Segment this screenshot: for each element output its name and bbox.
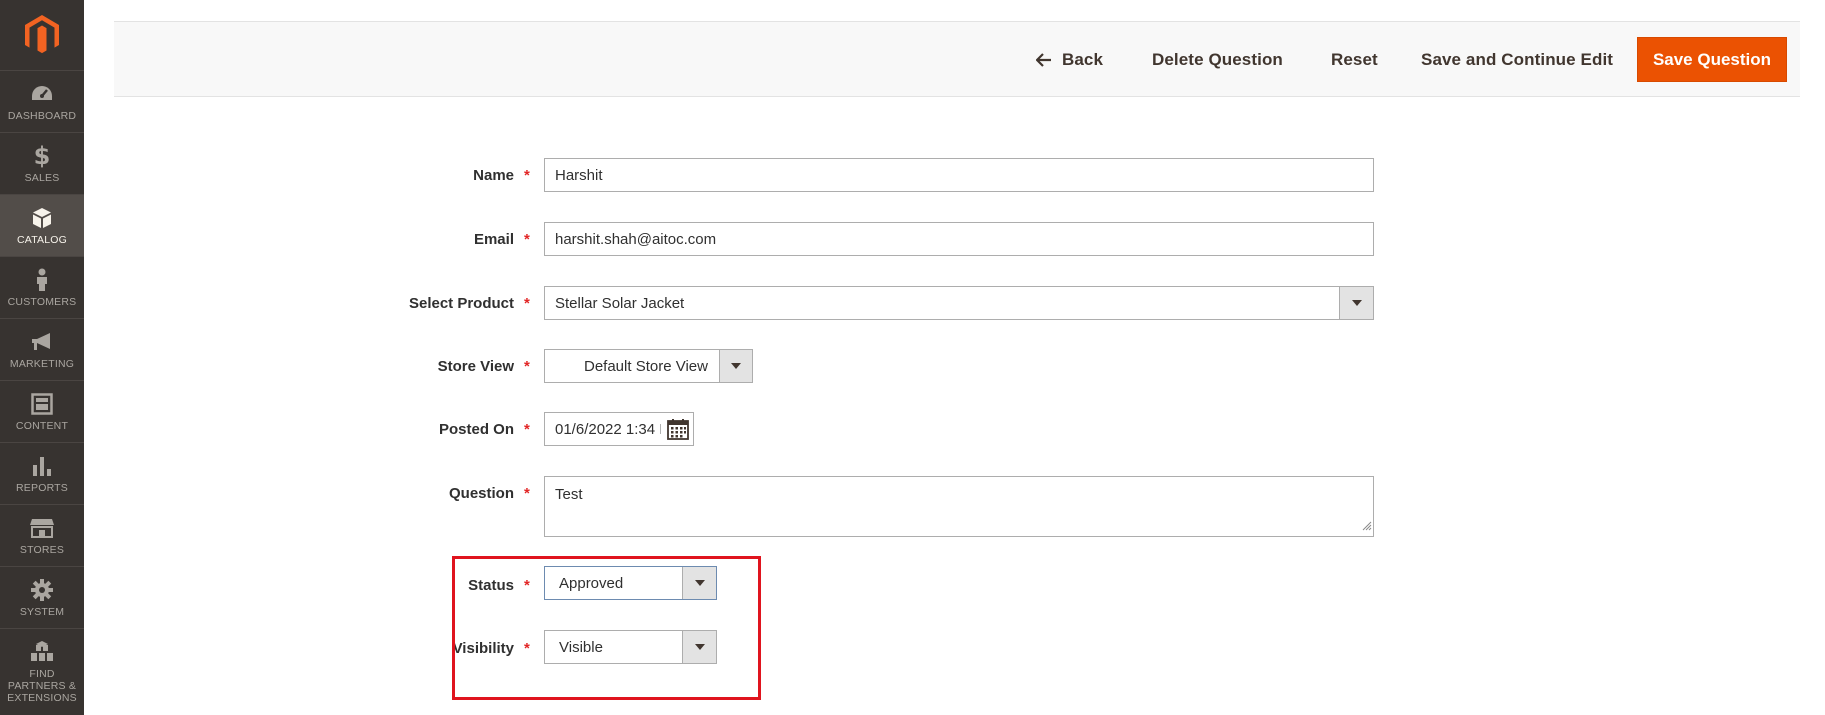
question-value: Test — [555, 486, 583, 503]
email-input[interactable]: harshit.shah@aitoc.com — [544, 222, 1374, 256]
calendar-icon[interactable] — [667, 418, 689, 444]
back-label: Back — [1062, 50, 1104, 69]
required-marker: * — [524, 421, 530, 438]
store-view-label: Store View — [437, 358, 514, 375]
sidebar-item-label: DASHBOARD — [7, 110, 77, 122]
sidebar-item-customers[interactable]: CUSTOMERS — [0, 256, 84, 318]
product-select[interactable]: Stellar Solar Jacket — [544, 286, 1374, 320]
admin-sidebar: DASHBOARD $ SALES CATALOG CUSTOMERS MARK… — [0, 0, 84, 715]
reset-button[interactable]: Reset — [1331, 22, 1378, 98]
chevron-down-icon — [1339, 287, 1373, 319]
required-marker: * — [524, 295, 530, 312]
sidebar-item-label: CUSTOMERS — [7, 296, 77, 308]
dollar-icon: $ — [33, 142, 51, 170]
sidebar-item-label: STORES — [19, 544, 65, 556]
sidebar-item-label: SYSTEM — [19, 606, 65, 618]
sidebar-item-sales[interactable]: $ SALES — [0, 132, 84, 194]
sidebar-item-catalog[interactable]: CATALOG — [0, 194, 84, 256]
store-icon — [29, 515, 55, 541]
sidebar-item-find-partners[interactable]: FIND PARTNERS & EXTENSIONS — [0, 628, 84, 715]
store-view-select-value: Default Store View — [584, 357, 708, 375]
question-textarea[interactable]: Test — [544, 476, 1374, 537]
sidebar-item-stores[interactable]: STORES — [0, 504, 84, 566]
posted-on-value: 01/6/2022 1:34 I — [555, 420, 661, 438]
sidebar-item-label: CATALOG — [16, 234, 68, 246]
person-icon — [29, 267, 55, 293]
bar-chart-icon — [29, 453, 55, 479]
sidebar-item-marketing[interactable]: MARKETING — [0, 318, 84, 380]
required-marker: * — [524, 167, 530, 184]
box-icon — [29, 205, 55, 231]
arrow-left-icon — [1036, 53, 1052, 67]
sidebar-item-reports[interactable]: REPORTS — [0, 442, 84, 504]
sidebar-item-dashboard[interactable]: DASHBOARD — [0, 70, 84, 132]
sidebar-item-content[interactable]: CONTENT — [0, 380, 84, 442]
posted-on-label: Posted On — [438, 421, 514, 438]
store-view-select[interactable]: Default Store View — [544, 349, 753, 383]
gear-icon — [29, 577, 55, 603]
name-label: Name — [473, 167, 514, 184]
email-label: Email — [473, 231, 514, 248]
sidebar-item-label: REPORTS — [16, 482, 68, 494]
sidebar-item-label: FIND PARTNERS & EXTENSIONS — [7, 668, 77, 704]
save-and-continue-label: Save and Continue Edit — [1421, 50, 1614, 69]
select-product-label: Select Product — [408, 295, 514, 312]
delete-question-button[interactable]: Delete Question — [1152, 22, 1283, 98]
required-marker: * — [524, 358, 530, 375]
sidebar-item-label: CONTENT — [15, 420, 69, 432]
megaphone-icon — [29, 329, 55, 355]
page-actions-bar: Back Delete Question Reset Save and Cont… — [114, 21, 1800, 97]
magento-logo[interactable] — [0, 0, 84, 70]
chevron-down-icon — [719, 350, 752, 382]
delete-question-label: Delete Question — [1152, 50, 1283, 69]
dashboard-icon — [29, 81, 55, 107]
product-select-value: Stellar Solar Jacket — [555, 294, 685, 312]
save-question-label: Save Question — [1652, 49, 1772, 69]
sidebar-item-label: MARKETING — [9, 358, 75, 370]
cubes-icon — [29, 639, 55, 665]
back-button[interactable]: Back — [1036, 22, 1103, 98]
posted-on-input[interactable]: 01/6/2022 1:34 I — [544, 412, 694, 446]
question-label: Question — [448, 485, 514, 502]
save-and-continue-button[interactable]: Save and Continue Edit — [1421, 22, 1613, 98]
sidebar-item-system[interactable]: SYSTEM — [0, 566, 84, 628]
highlight-annotation-box — [452, 556, 761, 700]
resize-grip-icon[interactable] — [1362, 518, 1372, 535]
required-marker: * — [524, 231, 530, 248]
layout-icon — [29, 391, 55, 417]
save-question-button[interactable]: Save Question — [1637, 37, 1787, 82]
required-marker: * — [524, 485, 530, 502]
reset-label: Reset — [1331, 50, 1378, 69]
sidebar-item-label: SALES — [24, 172, 60, 184]
name-input[interactable]: Harshit — [544, 158, 1374, 192]
